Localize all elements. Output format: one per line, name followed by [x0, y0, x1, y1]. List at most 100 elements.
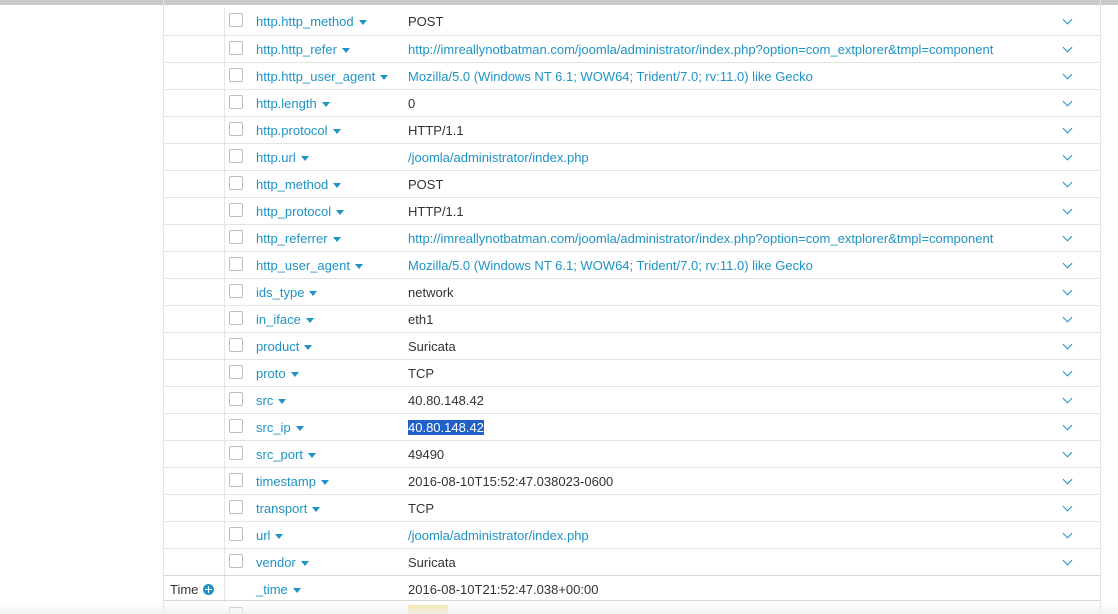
chevron-down-icon[interactable] [1062, 150, 1073, 161]
field-name-label: proto [256, 366, 286, 381]
field-value[interactable]: HTTP/1.1 [408, 123, 464, 138]
field-name-dropdown[interactable]: http.url [256, 150, 309, 165]
chevron-down-icon[interactable] [1062, 420, 1073, 431]
row-checkbox[interactable] [229, 95, 243, 109]
field-name-dropdown[interactable]: src_ip [256, 420, 304, 435]
chevron-down-icon[interactable] [1062, 339, 1073, 350]
indent-divider [224, 144, 225, 170]
field-name-dropdown[interactable]: http.protocol [256, 123, 341, 138]
field-value[interactable]: Suricata [408, 339, 456, 354]
field-name-dropdown[interactable]: ids_type [256, 285, 318, 300]
row-checkbox[interactable] [229, 392, 243, 406]
chevron-down-icon[interactable] [1062, 177, 1073, 188]
chevron-down-icon[interactable] [1062, 285, 1073, 296]
field-name-dropdown[interactable]: proto [256, 366, 299, 381]
chevron-down-icon[interactable] [1062, 69, 1073, 80]
row-checkbox[interactable] [229, 68, 243, 82]
field-value[interactable]: TCP [408, 366, 434, 381]
field-value[interactable]: /joomla/administrator/index.php [408, 528, 589, 543]
field-row: http_referrer http://imreallynotbatman.co… [164, 224, 1100, 251]
field-name-dropdown[interactable]: http.length [256, 96, 330, 111]
field-name-dropdown[interactable]: http_user_agent [256, 258, 363, 273]
plus-circle-icon[interactable] [203, 584, 215, 595]
row-checkbox[interactable] [229, 500, 243, 514]
field-value[interactable]: 0 [408, 96, 415, 111]
row-checkbox[interactable] [229, 554, 243, 568]
chevron-down-icon[interactable] [1062, 501, 1073, 512]
row-checkbox[interactable] [229, 311, 243, 325]
indent-divider [224, 8, 225, 35]
field-name-dropdown[interactable]: http.http_user_agent [256, 69, 389, 84]
chevron-down-icon[interactable] [1062, 393, 1073, 404]
field-value[interactable]: /joomla/administrator/index.php [408, 150, 589, 165]
field-value[interactable]: eth1 [408, 312, 433, 327]
row-checkbox[interactable] [229, 446, 243, 460]
field-name-dropdown[interactable]: in_iface [256, 312, 314, 327]
row-checkbox[interactable] [229, 203, 243, 217]
field-value[interactable]: TCP [408, 501, 434, 516]
field-value[interactable]: http://imreallynotbatman.com/joomla/admi… [408, 231, 993, 246]
chevron-down-icon[interactable] [1062, 42, 1073, 53]
row-checkbox[interactable] [229, 230, 243, 244]
row-checkbox[interactable] [229, 149, 243, 163]
chevron-down-icon[interactable] [1062, 258, 1073, 269]
row-checkbox[interactable] [229, 473, 243, 487]
field-value[interactable]: 49490 [408, 447, 444, 462]
field-value[interactable]: http://imreallynotbatman.com/joomla/admi… [408, 42, 993, 57]
field-value[interactable]: Mozilla/5.0 (Windows NT 6.1; WOW64; Trid… [408, 258, 813, 273]
caret-down-icon [290, 372, 299, 377]
field-name-dropdown[interactable]: http.http_refer [256, 42, 350, 57]
row-checkbox[interactable] [229, 257, 243, 271]
chevron-down-icon[interactable] [1062, 96, 1073, 107]
field-name-dropdown[interactable]: url [256, 528, 284, 543]
field-name-dropdown[interactable]: timestamp [256, 474, 329, 489]
row-checkbox[interactable] [229, 419, 243, 433]
chevron-down-icon[interactable] [1062, 123, 1073, 134]
field-name-dropdown[interactable]: http_protocol [256, 204, 345, 219]
chevron-down-icon[interactable] [1062, 204, 1073, 215]
row-checkbox[interactable] [229, 284, 243, 298]
field-value[interactable]: POST [408, 14, 443, 29]
caret-down-icon [307, 453, 316, 458]
chevron-down-icon[interactable] [1062, 366, 1073, 377]
field-value[interactable]: Mozilla/5.0 (Windows NT 6.1; WOW64; Trid… [408, 69, 813, 84]
row-checkbox[interactable] [229, 13, 243, 27]
row-checkbox[interactable] [229, 122, 243, 136]
row-checkbox[interactable] [229, 365, 243, 379]
chevron-down-icon[interactable] [1062, 528, 1073, 539]
row-checkbox[interactable] [229, 338, 243, 352]
field-row: http.url/joomla/administrator/index.php [164, 143, 1100, 170]
indent-divider [224, 252, 225, 278]
chevron-down-icon[interactable] [1062, 555, 1073, 566]
field-value[interactable]: 40.80.148.42 [408, 420, 484, 435]
field-name-label: src [256, 393, 274, 408]
chevron-down-icon[interactable] [1062, 231, 1073, 242]
field-value[interactable]: 40.80.148.42 [408, 393, 484, 408]
chevron-down-icon[interactable] [1062, 474, 1073, 485]
row-checkbox[interactable] [229, 176, 243, 190]
field-name-dropdown[interactable]: http.http_method [256, 14, 367, 29]
field-value[interactable]: HTTP/1.1 [408, 204, 464, 219]
field-value[interactable]: network [408, 285, 454, 300]
chevron-down-icon[interactable] [1062, 14, 1073, 25]
field-value[interactable]: POST [408, 177, 443, 192]
field-name-dropdown[interactable]: vendor [256, 555, 309, 570]
field-value[interactable]: 2016-08-10T15:52:47.038023-0600 [408, 474, 613, 489]
chevron-down-icon[interactable] [1062, 312, 1073, 323]
field-name-dropdown[interactable]: transport [256, 501, 321, 516]
caret-down-icon [300, 156, 309, 161]
row-checkbox[interactable] [229, 41, 243, 55]
row-checkbox[interactable] [229, 527, 243, 541]
field-name-dropdown[interactable]: src_port [256, 447, 316, 462]
field-row: http_method POST [164, 170, 1100, 197]
indent-divider [224, 441, 225, 467]
caret-down-icon [332, 237, 341, 242]
time-field-dropdown[interactable]: _time [256, 582, 301, 597]
field-name-dropdown[interactable]: src [256, 393, 287, 408]
chevron-down-icon[interactable] [1062, 447, 1073, 458]
field-name-dropdown[interactable]: product [256, 339, 313, 354]
field-name-dropdown[interactable]: http_referrer [256, 231, 341, 246]
field-name-dropdown[interactable]: http_method [256, 177, 342, 192]
caret-down-icon [380, 75, 389, 80]
field-value[interactable]: Suricata [408, 555, 456, 570]
